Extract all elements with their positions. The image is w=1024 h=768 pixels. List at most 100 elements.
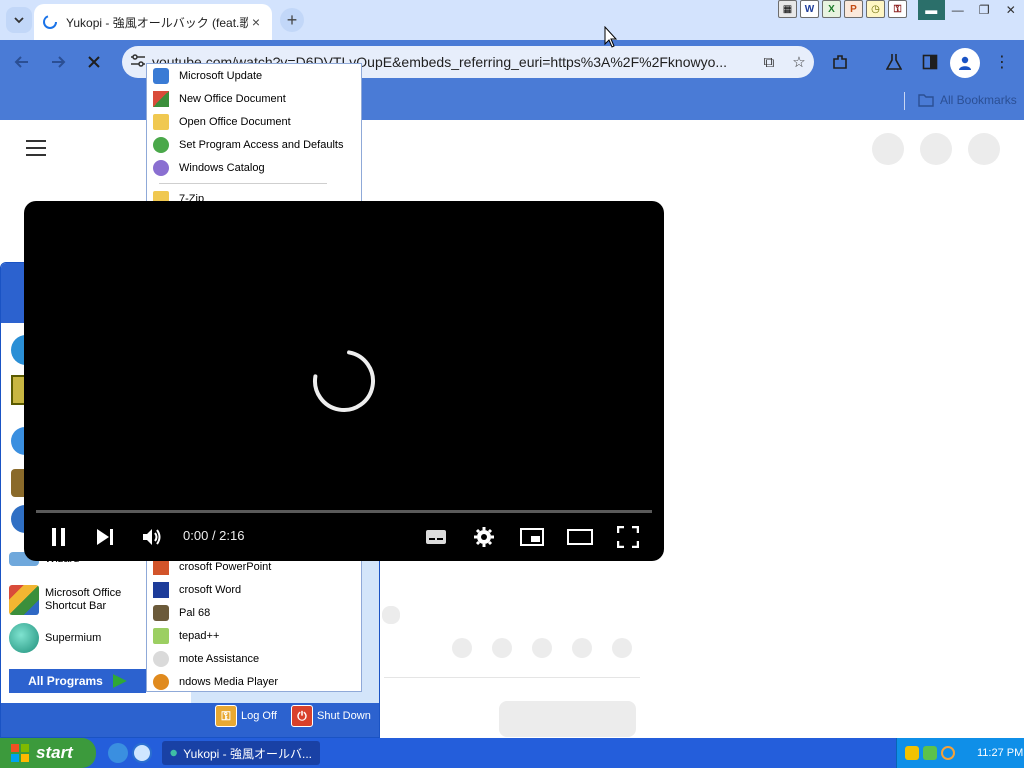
menu-item-label: New Office Document bbox=[179, 93, 286, 105]
next-button[interactable] bbox=[91, 523, 119, 551]
theater-mode-button[interactable] bbox=[566, 523, 594, 551]
progress-bar[interactable] bbox=[36, 510, 652, 513]
new-tab-button[interactable]: + bbox=[280, 8, 304, 32]
restore-button[interactable]: ❐ bbox=[971, 0, 998, 20]
menu-item-label: Open Office Document bbox=[179, 116, 291, 128]
menu-item-remote-assistance[interactable]: mote Assistance bbox=[153, 649, 259, 669]
start-item-label: Microsoft Office Shortcut Bar bbox=[45, 587, 122, 612]
stop-button[interactable] bbox=[82, 50, 106, 74]
log-off-button[interactable]: ⚿ Log Off bbox=[215, 705, 277, 727]
mute-button[interactable] bbox=[139, 523, 167, 551]
powerpoint-icon bbox=[153, 559, 169, 575]
close-window-button[interactable]: ✕ bbox=[998, 0, 1024, 20]
green-arrow-icon bbox=[112, 674, 127, 688]
access-icon[interactable]: ⚿ bbox=[888, 0, 907, 18]
skeleton-dot bbox=[612, 638, 632, 658]
skeleton-dot bbox=[572, 638, 592, 658]
word-icon[interactable]: W bbox=[800, 0, 819, 18]
task-title: Yukopi - 強風オールバ... bbox=[183, 746, 312, 761]
guide-menu-button[interactable] bbox=[26, 140, 46, 156]
forward-button[interactable] bbox=[46, 50, 70, 74]
taskbar-item-browser[interactable]: Yukopi - 強風オールバ... bbox=[162, 741, 320, 765]
skeleton-block bbox=[382, 606, 400, 624]
menu-item-mspal[interactable]: Pal 68 bbox=[153, 603, 210, 623]
app-switcher-icon[interactable]: ▬ bbox=[918, 0, 945, 20]
settings-button[interactable] bbox=[470, 523, 498, 551]
arrow-left-icon bbox=[14, 56, 28, 68]
divider bbox=[384, 677, 640, 678]
app-grid-icon[interactable]: ▦ bbox=[778, 0, 797, 18]
fullscreen-icon bbox=[617, 526, 639, 548]
start-item-supermium[interactable]: Supermium bbox=[9, 623, 149, 653]
skip-next-icon bbox=[97, 529, 113, 545]
menu-item-microsoft-update[interactable]: Microsoft Update bbox=[153, 66, 262, 86]
excel-icon[interactable]: X bbox=[822, 0, 841, 18]
menu-separator bbox=[159, 183, 327, 184]
menu-item-media-player[interactable]: ndows Media Player bbox=[153, 672, 278, 692]
shut-down-button[interactable]: ⏻ Shut Down bbox=[291, 705, 371, 727]
all-bookmarks-button[interactable]: All Bookmarks bbox=[918, 93, 1017, 107]
skeleton-circle bbox=[968, 133, 1000, 165]
subtitles-button[interactable] bbox=[422, 523, 450, 551]
video-player[interactable]: 0:00 / 2:16 bbox=[24, 201, 664, 561]
time-total: 2:16 bbox=[219, 528, 245, 543]
network-icon[interactable] bbox=[923, 746, 937, 760]
menu-item-label: Set Program Access and Defaults bbox=[179, 139, 344, 151]
menu-item-word[interactable]: crosoft Word bbox=[153, 580, 241, 600]
folder-doc-icon bbox=[153, 114, 169, 130]
menu-item-set-program-access[interactable]: Set Program Access and Defaults bbox=[153, 135, 343, 155]
bookmark-star-icon[interactable]: ☆ bbox=[784, 53, 814, 71]
miniplayer-button[interactable] bbox=[518, 523, 546, 551]
minimize-button[interactable]: — bbox=[945, 0, 972, 20]
open-in-app-icon[interactable]: ⧉ bbox=[754, 54, 784, 71]
volume-icon bbox=[143, 529, 161, 545]
pause-button[interactable] bbox=[45, 523, 73, 551]
internet-explorer-icon[interactable] bbox=[108, 743, 128, 763]
taskbar: start Yukopi - 強風オールバ... 11:27 PM bbox=[0, 738, 1024, 768]
start-item-office-shortcut-bar[interactable]: Microsoft Office Shortcut Bar bbox=[9, 585, 149, 615]
menu-item-new-office-document[interactable]: New Office Document bbox=[153, 89, 286, 109]
mspal-icon bbox=[153, 605, 169, 621]
catalog-icon bbox=[153, 160, 169, 176]
gear-icon bbox=[474, 527, 494, 547]
menu-item-label: Pal 68 bbox=[179, 607, 211, 619]
menu-item-open-office-document[interactable]: Open Office Document bbox=[153, 112, 291, 132]
powerpoint-icon[interactable]: P bbox=[844, 0, 863, 18]
start-item-label: Supermium bbox=[45, 632, 102, 644]
remote-assistance-icon bbox=[153, 651, 169, 667]
all-programs-button[interactable]: All Programs bbox=[9, 669, 146, 693]
search-icon[interactable] bbox=[941, 746, 955, 760]
all-bookmarks-label: All Bookmarks bbox=[940, 93, 1017, 107]
menu-item-notepadpp[interactable]: tepad++ bbox=[153, 626, 219, 646]
tab-close-button[interactable]: × bbox=[248, 14, 264, 30]
person-icon bbox=[959, 56, 971, 70]
extensions-icon[interactable] bbox=[828, 50, 852, 74]
fullscreen-button[interactable] bbox=[614, 523, 642, 551]
close-icon bbox=[88, 56, 100, 68]
tab-search-button[interactable] bbox=[6, 7, 32, 33]
tab-title: Yukopi - 強風オールバック (feat.歌愛 bbox=[66, 15, 248, 30]
kebab-menu-icon[interactable]: ⋮ bbox=[990, 50, 1014, 74]
arrow-right-icon bbox=[52, 56, 66, 68]
outlook-icon[interactable]: ◷ bbox=[866, 0, 885, 18]
security-shield-icon[interactable] bbox=[905, 746, 919, 760]
time-display: 0:00 / 2:16 bbox=[183, 528, 244, 543]
mouse-cursor-icon bbox=[604, 26, 618, 48]
notepadpp-icon bbox=[153, 628, 169, 644]
labs-flask-icon[interactable] bbox=[882, 50, 906, 74]
browser-launch-icon[interactable] bbox=[132, 743, 152, 763]
start-button[interactable]: start bbox=[0, 738, 96, 768]
puzzle-icon bbox=[9, 585, 39, 615]
system-tray: 11:27 PM bbox=[896, 738, 1024, 768]
bookmarks-separator bbox=[904, 92, 905, 110]
side-panel-icon[interactable] bbox=[918, 50, 942, 74]
browser-tab[interactable]: Yukopi - 強風オールバック (feat.歌愛 × bbox=[34, 4, 272, 40]
menu-item-windows-catalog[interactable]: Windows Catalog bbox=[153, 158, 265, 178]
menu-item-label: crosoft PowerPoint bbox=[179, 561, 272, 573]
window-controls: ▬ — ❐ ✕ bbox=[918, 0, 1024, 20]
profile-avatar[interactable] bbox=[950, 48, 980, 78]
miniplayer-icon bbox=[520, 528, 544, 546]
browser-favicon-icon bbox=[170, 749, 177, 757]
back-button[interactable] bbox=[10, 50, 34, 74]
program-access-icon bbox=[153, 137, 169, 153]
